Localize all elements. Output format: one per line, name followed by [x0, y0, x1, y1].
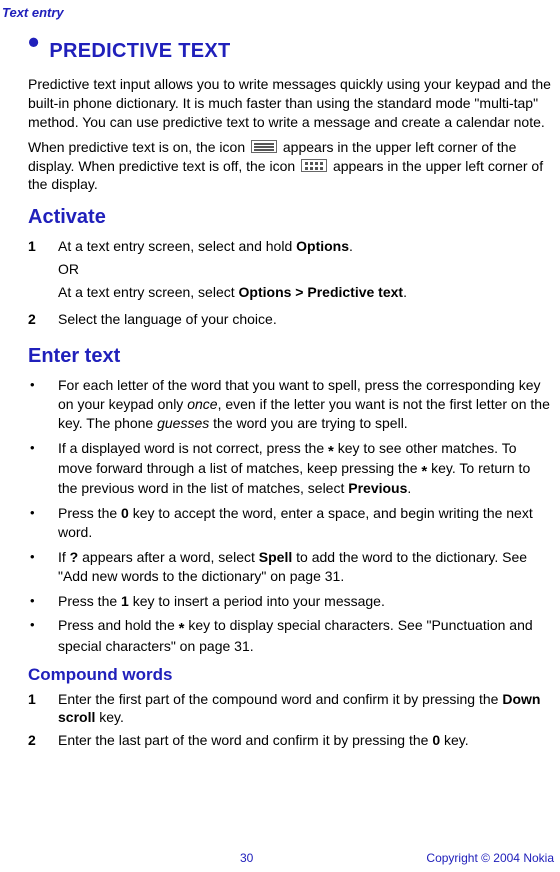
activate-step1b-text: At a text entry screen, select — [58, 284, 239, 300]
bullet-icon: • — [28, 616, 58, 655]
b5a: Press the — [58, 593, 121, 609]
step-number-1: 1 — [28, 237, 58, 306]
intro-2a: When predictive text is on, the icon — [28, 139, 249, 155]
enter-text-heading: Enter text — [28, 343, 552, 370]
bullet-icon: • — [28, 439, 58, 498]
compound-step-2: Enter the last part of the word and conf… — [58, 731, 552, 750]
intro-para-1: Predictive text input allows you to writ… — [28, 75, 552, 132]
step-number-2: 2 — [28, 310, 58, 333]
b3a: Press the — [58, 505, 121, 521]
activate-step1a-end: . — [349, 238, 353, 254]
star-key-icon: * — [421, 463, 427, 480]
b3b: key to accept the word, enter a space, a… — [58, 505, 533, 540]
activate-or: OR — [58, 260, 552, 279]
activate-step1b-bold: Options > Predictive text — [239, 284, 404, 300]
b2-previous: Previous — [348, 480, 407, 496]
b4-q: ? — [70, 549, 79, 565]
compound-step-1: Enter the first part of the compound wor… — [58, 690, 552, 728]
b4b: appears after a word, select — [78, 549, 259, 565]
star-key-icon: * — [328, 443, 334, 460]
b1-once: once — [187, 396, 217, 412]
heading-bullet-icon: • — [28, 24, 40, 60]
step-number-2: 2 — [28, 731, 58, 750]
enter-text-bullet-1: For each letter of the word that you wan… — [58, 376, 552, 433]
c1b: key. — [95, 709, 124, 725]
enter-text-bullet-4: If ? appears after a word, select Spell … — [58, 548, 552, 586]
predictive-text-heading-label: PREDICTIVE TEXT — [49, 40, 230, 62]
b6a: Press and hold the — [58, 617, 179, 633]
b4-spell: Spell — [259, 549, 292, 565]
b3-key: 0 — [121, 505, 129, 521]
b1c: the word you are trying to spell. — [209, 415, 407, 431]
bullet-icon: • — [28, 548, 58, 586]
enter-text-bullet-5: Press the 1 key to insert a period into … — [58, 592, 552, 611]
b4a: If — [58, 549, 70, 565]
b1-guesses: guesses — [157, 415, 209, 431]
copyright-text: Copyright © 2004 Nokia — [426, 850, 554, 866]
step-number-1: 1 — [28, 690, 58, 728]
b5b: key to insert a period into your message… — [129, 593, 385, 609]
enter-text-bullet-6: Press and hold the * key to display spec… — [58, 616, 552, 655]
predictive-off-icon — [301, 159, 327, 172]
c2-key: 0 — [432, 732, 440, 748]
activate-step1b: At a text entry screen, select Options >… — [58, 283, 552, 302]
compound-words-heading: Compound words — [28, 664, 552, 687]
intro-para-2: When predictive text is on, the icon app… — [28, 138, 552, 195]
c2b: key. — [440, 732, 469, 748]
bullet-icon: • — [28, 376, 58, 433]
activate-step1a-text: At a text entry screen, select and hold — [58, 238, 296, 254]
header-topic: Text entry — [2, 4, 64, 22]
activate-step2: Select the language of your choice. — [58, 310, 552, 329]
predictive-text-heading: • PREDICTIVE TEXT — [28, 38, 552, 65]
enter-text-bullet-2: If a displayed word is not correct, pres… — [58, 439, 552, 498]
c1a: Enter the first part of the compound wor… — [58, 691, 502, 707]
activate-step1a: At a text entry screen, select and hold … — [58, 237, 552, 256]
bullet-icon: • — [28, 592, 58, 611]
b2d: . — [407, 480, 411, 496]
c2a: Enter the last part of the word and conf… — [58, 732, 432, 748]
b5-key: 1 — [121, 593, 129, 609]
predictive-on-icon — [251, 140, 277, 153]
page-number: 30 — [240, 850, 253, 866]
activate-heading: Activate — [28, 204, 552, 231]
footer: 30 Copyright © 2004 Nokia — [0, 850, 554, 866]
b2a: If a displayed word is not correct, pres… — [58, 440, 328, 456]
activate-step1b-end: . — [403, 284, 407, 300]
enter-text-bullet-3: Press the 0 key to accept the word, ente… — [58, 504, 552, 542]
star-key-icon: * — [179, 620, 185, 637]
activate-step1a-bold: Options — [296, 238, 349, 254]
bullet-icon: • — [28, 504, 58, 542]
